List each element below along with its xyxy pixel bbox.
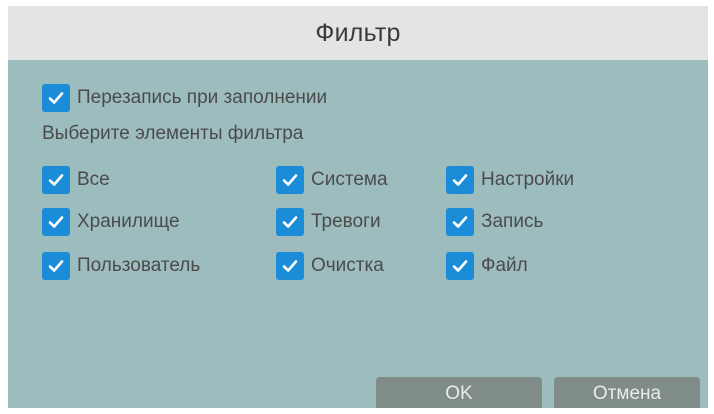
filter-checkbox-recording[interactable] <box>446 208 474 236</box>
overwrite-option[interactable]: Перезапись при заполнении <box>42 84 327 112</box>
check-icon <box>452 216 468 228</box>
filter-checkbox-alarms[interactable] <box>276 208 304 236</box>
filter-checkbox-settings[interactable] <box>446 166 474 194</box>
filter-checkbox-cleanup[interactable] <box>276 252 304 280</box>
filter-label-user: Пользователь <box>77 255 201 276</box>
filter-section-label: Выберите элементы фильтра <box>42 123 304 144</box>
filter-checkbox-system[interactable] <box>276 166 304 194</box>
check-icon <box>48 260 64 272</box>
ok-button[interactable]: OK <box>376 377 542 408</box>
filter-label-alarms: Тревоги <box>311 211 381 232</box>
filter-checkbox-user[interactable] <box>42 252 70 280</box>
filter-label-storage: Хранилище <box>77 211 180 232</box>
filter-checkbox-file[interactable] <box>446 252 474 280</box>
filter-option-storage[interactable]: Хранилище <box>42 208 180 236</box>
filter-option-alarms[interactable]: Тревоги <box>276 208 381 236</box>
check-icon <box>282 260 298 272</box>
filter-option-system[interactable]: Система <box>276 166 388 194</box>
filter-label-settings: Настройки <box>481 169 575 190</box>
filter-label-system: Система <box>311 169 388 190</box>
filter-label-cleanup: Очистка <box>311 255 384 276</box>
check-icon <box>48 92 64 104</box>
dialog-title: Фильтр <box>315 18 401 47</box>
overwrite-checkbox[interactable] <box>42 84 70 112</box>
filter-checkbox-all[interactable] <box>42 166 70 194</box>
filter-label-file: Файл <box>481 255 528 276</box>
overwrite-label: Перезапись при заполнении <box>77 87 328 108</box>
filter-option-recording[interactable]: Запись <box>446 208 543 236</box>
filter-option-user[interactable]: Пользователь <box>42 252 200 280</box>
check-icon <box>282 216 298 228</box>
title-bar: Фильтр <box>8 6 708 60</box>
check-icon <box>282 174 298 186</box>
check-icon <box>452 260 468 272</box>
filter-option-all[interactable]: Все <box>42 166 110 194</box>
filter-option-settings[interactable]: Настройки <box>446 166 574 194</box>
check-icon <box>452 174 468 186</box>
check-icon <box>48 216 64 228</box>
filter-label-all: Все <box>77 169 110 190</box>
filter-option-file[interactable]: Файл <box>446 252 528 280</box>
filter-dialog: Фильтр Перезапись при заполнении Выберит… <box>8 6 708 408</box>
cancel-button[interactable]: Отмена <box>554 377 700 408</box>
filter-label-recording: Запись <box>481 211 544 232</box>
check-icon <box>48 174 64 186</box>
filter-option-cleanup[interactable]: Очистка <box>276 252 384 280</box>
filter-checkbox-storage[interactable] <box>42 208 70 236</box>
